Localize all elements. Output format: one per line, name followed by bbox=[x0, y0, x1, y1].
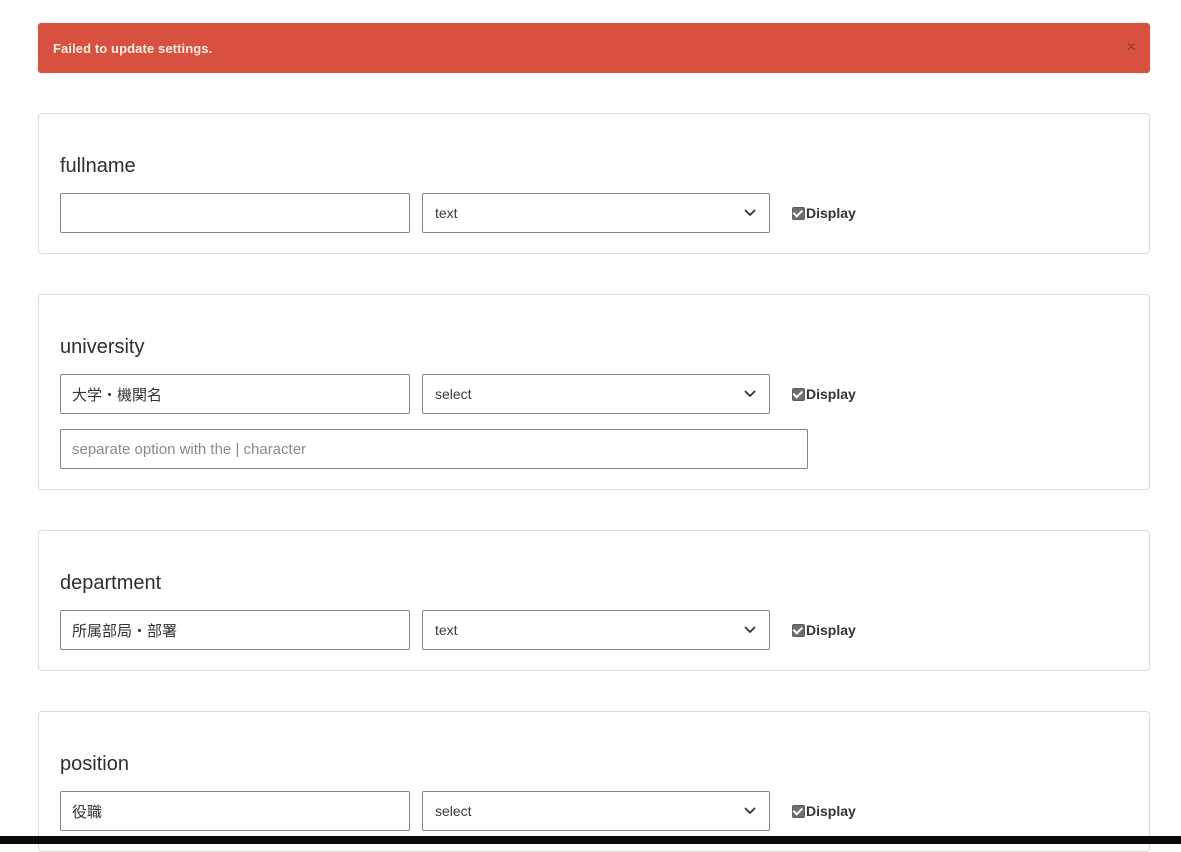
display-label-text: Display bbox=[806, 386, 856, 402]
field-type-select[interactable]: select bbox=[422, 791, 770, 831]
field-row: select Display bbox=[60, 791, 1129, 831]
field-label-input[interactable] bbox=[60, 791, 410, 831]
error-banner: Failed to update settings. × bbox=[38, 23, 1150, 73]
page-content: Failed to update settings. × fullname te… bbox=[38, 23, 1150, 852]
field-type-select[interactable]: text bbox=[422, 610, 770, 650]
display-label-text: Display bbox=[806, 205, 856, 221]
close-icon[interactable]: × bbox=[1127, 40, 1136, 56]
field-row: text Display bbox=[60, 610, 1129, 650]
checkbox-checked-icon[interactable] bbox=[792, 805, 805, 818]
field-title: fullname bbox=[60, 154, 1129, 179]
field-row: text Display bbox=[60, 193, 1129, 233]
field-options-input[interactable] bbox=[60, 429, 808, 469]
field-label-input[interactable] bbox=[60, 193, 410, 233]
display-toggle[interactable]: Display bbox=[792, 386, 856, 402]
chevron-down-icon bbox=[744, 626, 756, 634]
checkbox-checked-icon[interactable] bbox=[792, 624, 805, 637]
field-card-list: fullname text Display university select bbox=[38, 113, 1150, 852]
field-type-select[interactable]: text bbox=[422, 193, 770, 233]
field-options-row bbox=[60, 429, 1129, 469]
field-label-input[interactable] bbox=[60, 374, 410, 414]
field-label-input[interactable] bbox=[60, 610, 410, 650]
field-row: select Display bbox=[60, 374, 1129, 414]
field-title: position bbox=[60, 752, 1129, 777]
field-title: department bbox=[60, 571, 1129, 596]
field-card: university select Display bbox=[38, 294, 1150, 490]
field-card: department text Display bbox=[38, 530, 1150, 671]
chevron-down-icon bbox=[744, 390, 756, 398]
field-card: fullname text Display bbox=[38, 113, 1150, 254]
display-toggle[interactable]: Display bbox=[792, 803, 856, 819]
checkbox-checked-icon[interactable] bbox=[792, 207, 805, 220]
field-type-selected-value: text bbox=[435, 205, 458, 221]
field-title: university bbox=[60, 335, 1129, 360]
display-label-text: Display bbox=[806, 622, 856, 638]
chevron-down-icon bbox=[744, 209, 756, 217]
error-message: Failed to update settings. bbox=[53, 41, 212, 56]
field-card: position select Display bbox=[38, 711, 1150, 852]
display-label-text: Display bbox=[806, 803, 856, 819]
display-toggle[interactable]: Display bbox=[792, 622, 856, 638]
field-type-select[interactable]: select bbox=[422, 374, 770, 414]
field-type-selected-value: select bbox=[435, 386, 472, 402]
field-type-selected-value: text bbox=[435, 622, 458, 638]
display-toggle[interactable]: Display bbox=[792, 205, 856, 221]
field-type-selected-value: select bbox=[435, 803, 472, 819]
bottom-clip-bar bbox=[0, 836, 1181, 844]
chevron-down-icon bbox=[744, 807, 756, 815]
checkbox-checked-icon[interactable] bbox=[792, 388, 805, 401]
